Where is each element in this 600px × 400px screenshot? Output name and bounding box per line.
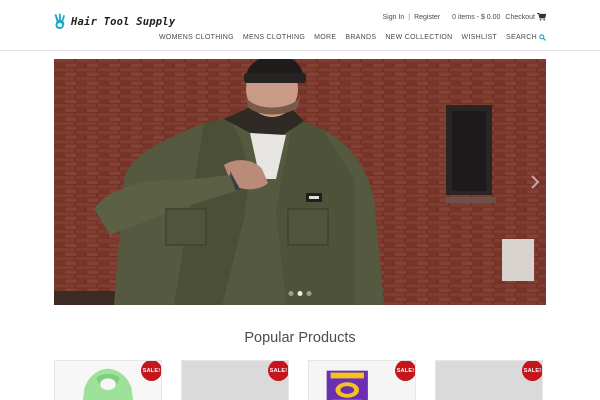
sale-badge: SALE! [522,361,542,381]
product-card[interactable]: SALE! [435,360,543,400]
slider-dot[interactable] [306,291,312,296]
search-label: SEARCH [506,34,537,41]
product-card[interactable]: SALE! [308,360,416,400]
nav-search[interactable]: SEARCH [506,34,546,41]
account-links: Sign In | Register 0 items - $ 0.00 Chec… [382,13,546,21]
sale-badge: SALE! [141,361,161,381]
sign-in-link[interactable]: Sign In [382,14,404,21]
product-card[interactable]: SALE! [181,360,289,400]
shopping-cart-icon[interactable] [537,13,546,21]
site-header: Hair Tool Supply Sign In | Register 0 it… [0,0,600,51]
site-logo[interactable]: Hair Tool Supply [54,13,175,30]
hero-slider[interactable] [54,59,546,305]
nav-new-collection[interactable]: NEW COLLECTION [385,34,452,41]
chevron-right-icon[interactable] [530,175,540,189]
slider-dots [287,291,314,296]
popular-products-heading: Popular Products [244,330,356,346]
link-separator: | [408,13,411,21]
sale-badge: SALE! [395,361,415,381]
product-grid: SALE! SALE! SALE! SALE! [54,360,546,400]
search-icon [539,34,546,41]
nav-mens-clothing[interactable]: MENS CLOTHING [243,34,305,41]
product-card[interactable]: SALE! [54,360,162,400]
slider-dot[interactable] [288,291,294,296]
hand-peace-icon [54,13,65,29]
sale-badge: SALE! [268,361,288,381]
checkout-link[interactable]: Checkout [505,14,535,21]
nav-womens-clothing[interactable]: WOMENS CLOTHING [159,34,234,41]
slider-dot-active[interactable] [297,291,303,296]
nav-wishlist[interactable]: WISHLIST [462,34,497,41]
site-name: Hair Tool Supply [71,15,176,28]
nav-more[interactable]: MORE [314,34,336,41]
hero-image [54,59,546,305]
cart-summary-link[interactable]: 0 items - $ 0.00 [452,14,500,21]
main-navigation: WOMENS CLOTHING MENS CLOTHING MORE BRAND… [150,34,546,41]
register-link[interactable]: Register [414,14,440,21]
nav-brands[interactable]: BRANDS [345,34,376,41]
